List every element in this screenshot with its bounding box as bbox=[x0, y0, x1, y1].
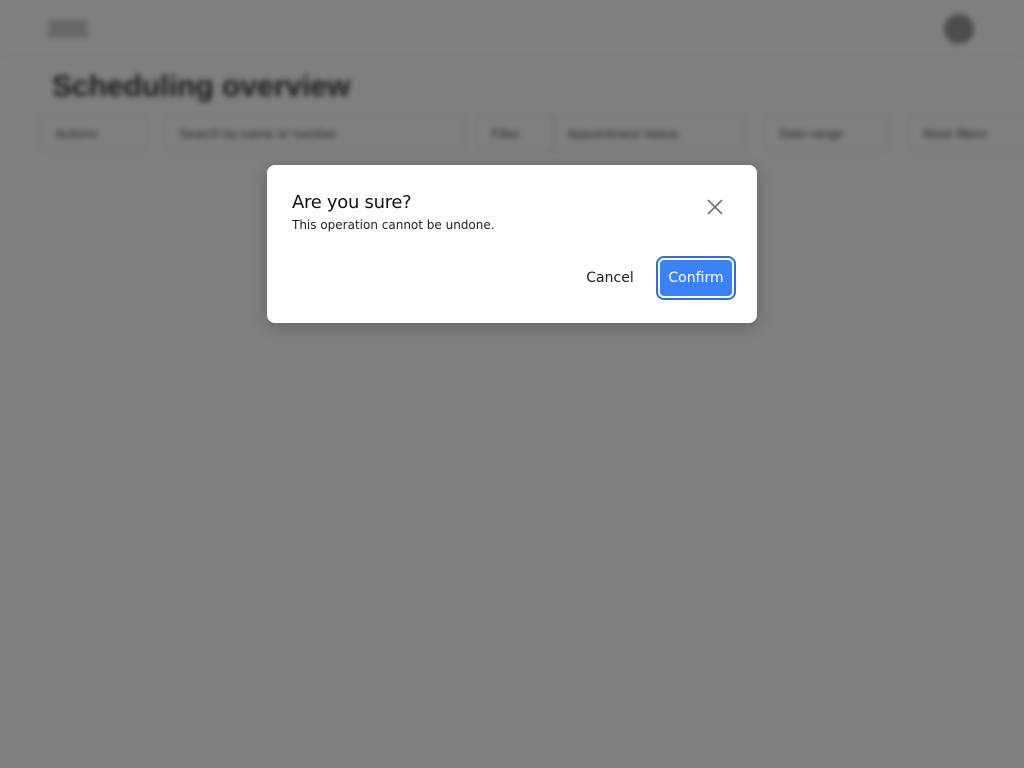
dialog-title: Are you sure? bbox=[292, 192, 412, 213]
close-icon bbox=[701, 193, 729, 221]
close-button[interactable] bbox=[701, 193, 729, 221]
cancel-button[interactable]: Cancel bbox=[573, 258, 647, 298]
confirm-button[interactable]: Confirm bbox=[658, 258, 734, 298]
modal-overlay[interactable] bbox=[0, 0, 1024, 768]
confirm-dialog: Are you sure? This operation cannot be u… bbox=[267, 165, 757, 323]
dialog-message: This operation cannot be undone. bbox=[292, 218, 495, 232]
